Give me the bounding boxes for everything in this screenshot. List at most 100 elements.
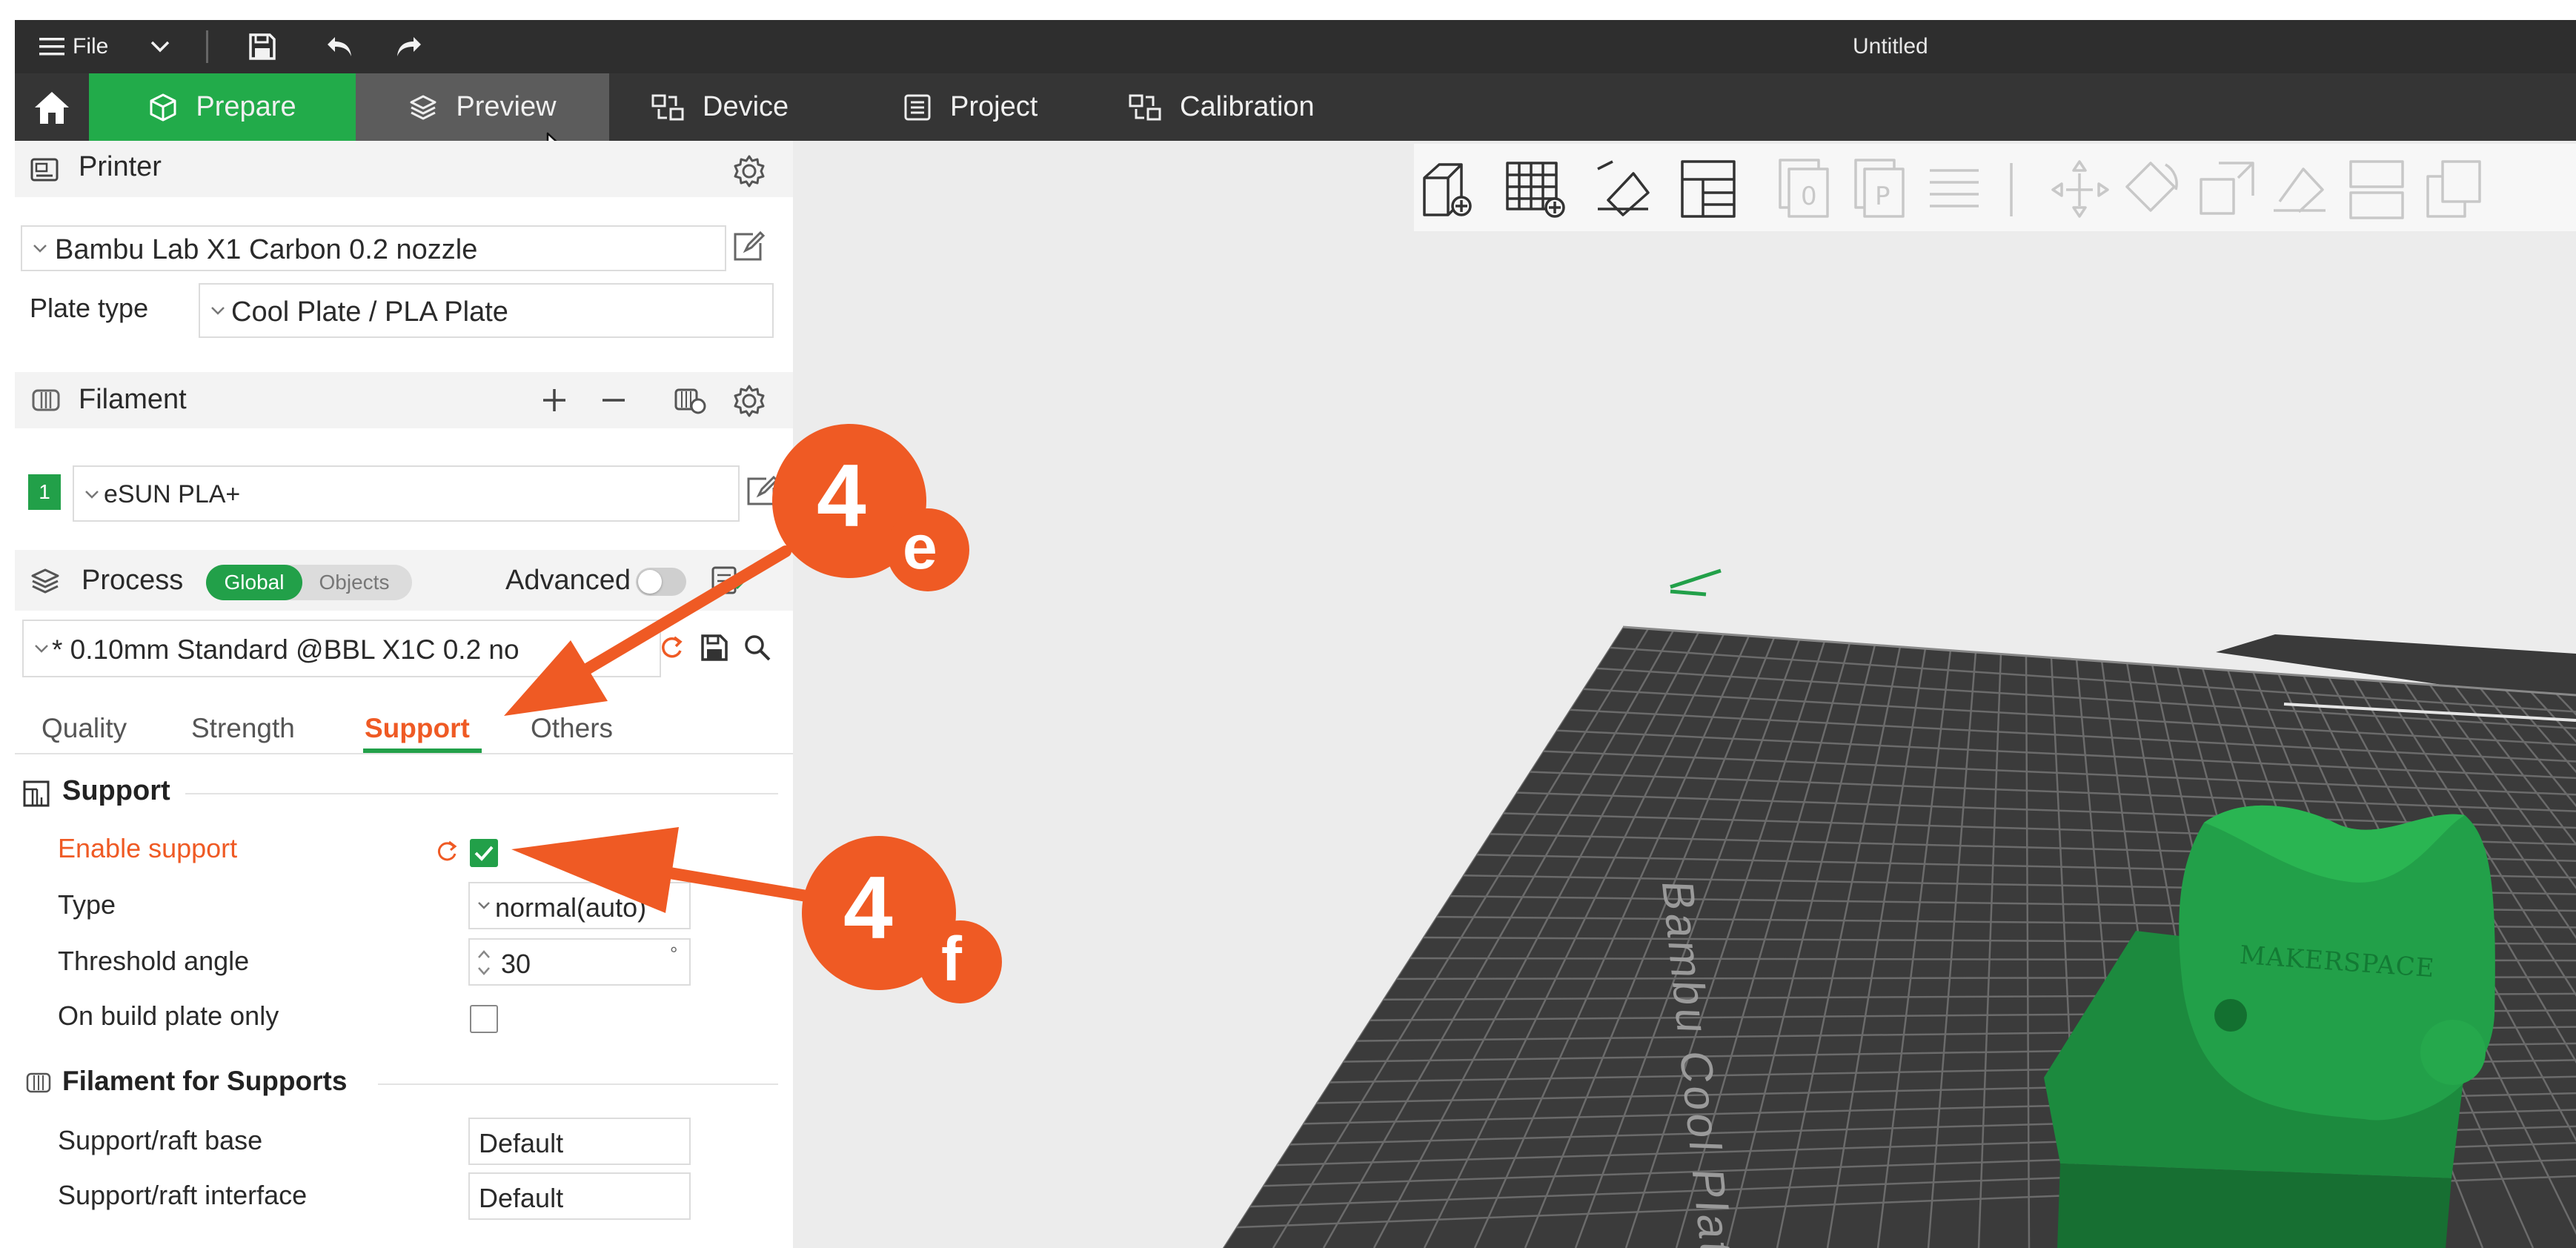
chevron-down-icon — [478, 902, 490, 909]
toggle-objects[interactable]: Objects — [302, 565, 406, 600]
switch-knob — [638, 570, 662, 594]
tab-label: Project — [950, 91, 1038, 122]
process-preset-value: * 0.10mm Standard @BBL X1C 0.2 no — [52, 634, 519, 665]
tab-label: Calibration — [1180, 91, 1315, 122]
save-icon[interactable] — [246, 20, 279, 73]
build-plate-only-checkbox[interactable] — [470, 1005, 498, 1033]
advanced-switch[interactable] — [636, 568, 686, 596]
printer-settings-gear-icon[interactable] — [732, 154, 766, 188]
enable-support-label: Enable support — [58, 833, 238, 863]
filament-sync-icon[interactable] — [673, 384, 707, 416]
printer-section-header: Printer — [15, 141, 793, 197]
edit-filament-icon[interactable] — [744, 474, 778, 508]
save-preset-icon[interactable] — [700, 633, 729, 663]
tab-project[interactable]: Project — [903, 73, 1080, 141]
calibration-icon — [1129, 94, 1161, 120]
support-raft-base-select[interactable]: Default — [468, 1118, 691, 1165]
undo-icon[interactable] — [323, 20, 356, 73]
chevron-down-icon[interactable] — [145, 20, 175, 73]
add-filament-icon[interactable] — [541, 387, 568, 414]
project-icon — [904, 94, 931, 120]
group-divider — [185, 793, 778, 794]
global-objects-toggle[interactable]: Global Objects — [206, 565, 412, 600]
svg-text:0: 0 — [1801, 182, 1817, 211]
remove-filament-icon[interactable] — [600, 387, 627, 414]
filament-select[interactable]: eSUN PLA+ — [73, 465, 740, 522]
support-type-value: normal(auto) — [495, 892, 647, 923]
tab-prepare[interactable]: Prepare — [89, 73, 356, 141]
home-icon[interactable] — [15, 73, 89, 141]
subtab-support[interactable]: Support — [365, 713, 470, 744]
layers-toolbar-icon[interactable] — [1930, 169, 1979, 208]
main-tab-bar: Prepare Preview Device Project Calibrati… — [15, 73, 2576, 141]
enable-support-checkbox[interactable] — [470, 839, 498, 867]
subtab-quality[interactable]: Quality — [42, 713, 127, 744]
support-raft-interface-select[interactable]: Default — [468, 1172, 691, 1220]
threshold-angle-label: Threshold angle — [58, 946, 250, 976]
callout-4f-letter: f — [941, 924, 962, 994]
filament-section-header: Filament — [15, 372, 793, 428]
search-icon[interactable] — [743, 633, 772, 663]
chevron-down-icon — [211, 307, 225, 315]
move-icon[interactable] — [2051, 160, 2109, 218]
scale-icon[interactable] — [2200, 162, 2254, 215]
callout-4e-letter: e — [903, 512, 937, 582]
add-object-icon[interactable] — [1423, 163, 1472, 216]
process-section-header: Process Global Objects Advanced — [15, 550, 793, 611]
plate-p-icon[interactable]: P — [1854, 159, 1905, 218]
support-group-icon — [23, 780, 50, 807]
subtab-strength[interactable]: Strength — [191, 713, 295, 744]
tab-device[interactable]: Device — [651, 73, 836, 141]
title-divider — [206, 30, 208, 63]
hamburger-menu-icon[interactable] — [37, 20, 67, 73]
origin-marker — [1670, 568, 1722, 597]
redo-icon[interactable] — [393, 20, 425, 73]
3d-viewport[interactable]: Bambu Cool Plate MAKERSPACE 0 P — [793, 141, 2576, 1248]
rotate-icon[interactable] — [2125, 162, 2178, 212]
support-raft-interface-value: Default — [479, 1183, 564, 1213]
stepper-arrows-icon[interactable] — [476, 946, 492, 980]
arrange-icon[interactable] — [1681, 160, 1736, 218]
mesh-boolean-icon[interactable] — [2426, 160, 2481, 218]
tab-label: Preview — [456, 91, 557, 122]
filament-spool-icon — [32, 389, 60, 411]
filament-settings-gear-icon[interactable] — [732, 384, 766, 418]
plate-type-label: Plate type — [30, 293, 149, 323]
support-raft-base-value: Default — [479, 1128, 564, 1158]
tab-calibration[interactable]: Calibration — [1128, 73, 1372, 141]
process-preset-select[interactable]: * 0.10mm Standard @BBL X1C 0.2 no — [22, 620, 661, 677]
add-plate-icon[interactable] — [1506, 162, 1565, 218]
reset-value-icon[interactable] — [434, 839, 459, 864]
filament-slot-badge[interactable]: 1 — [28, 474, 61, 510]
support-type-select[interactable]: normal(auto) — [468, 882, 691, 929]
advanced-label: Advanced — [505, 565, 631, 596]
toggle-global[interactable]: Global — [206, 565, 302, 600]
cube-icon — [150, 93, 176, 121]
threshold-angle-spinner[interactable]: 30 ° — [468, 938, 691, 986]
process-section-label: Process — [82, 565, 184, 596]
device-icon — [651, 94, 684, 120]
plate-0-icon[interactable]: 0 — [1779, 159, 1829, 218]
tab-preview[interactable]: Preview — [356, 73, 609, 141]
plate-type-value: Cool Plate / PLA Plate — [231, 296, 508, 328]
edit-printer-icon[interactable] — [731, 230, 765, 264]
subtab-others[interactable]: Others — [531, 713, 613, 744]
support-raft-interface-label: Support/raft interface — [58, 1180, 308, 1210]
svg-text:P: P — [1875, 182, 1890, 211]
process-compare-icon[interactable] — [710, 565, 746, 597]
auto-orient-icon[interactable] — [1597, 160, 1650, 216]
lay-on-face-icon[interactable] — [2274, 167, 2326, 213]
callout-4e-number: 4 — [817, 446, 866, 545]
layers-icon — [410, 95, 436, 119]
subtab-divider — [15, 753, 793, 754]
threshold-angle-value: 30 — [501, 949, 531, 979]
reset-preset-icon[interactable] — [658, 634, 685, 661]
printer-select[interactable]: Bambu Lab X1 Carbon 0.2 nozzle — [21, 225, 726, 271]
title-bar: File Untitled — [15, 20, 2576, 73]
callout-4f-number: 4 — [843, 858, 893, 957]
file-menu[interactable]: File — [73, 20, 108, 73]
type-label: Type — [58, 889, 116, 920]
chevron-down-icon — [33, 245, 47, 253]
plate-type-select[interactable]: Cool Plate / PLA Plate — [199, 283, 774, 338]
cut-icon[interactable] — [2349, 160, 2404, 219]
